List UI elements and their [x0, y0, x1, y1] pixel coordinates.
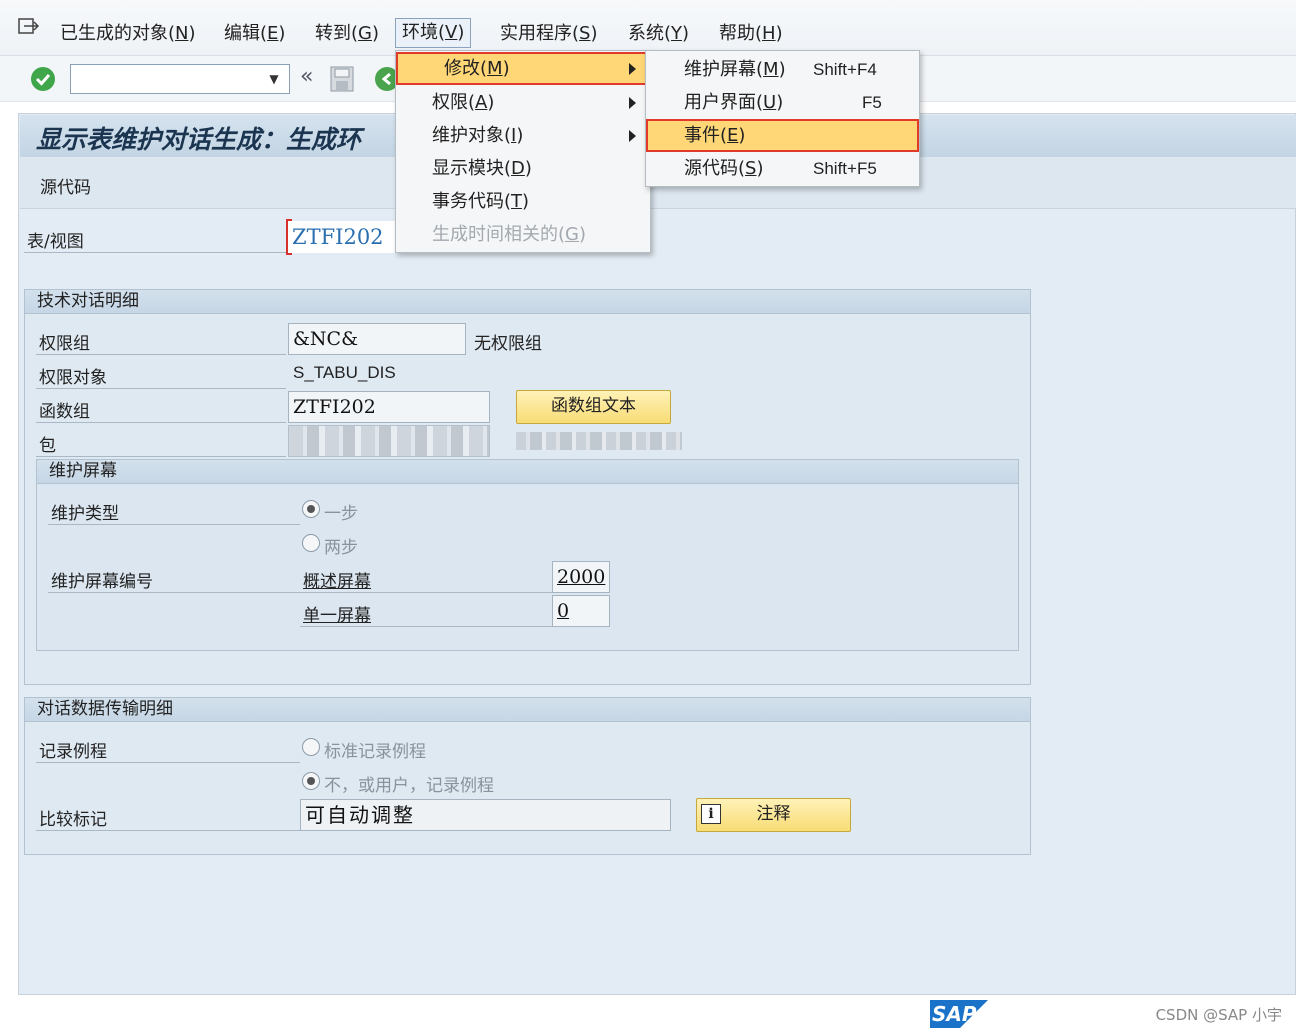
environment-dropdown: 修改(M) 权限(A) 维护对象(I) 显示模块(D) 事务代码(T) 生成时间… [395, 50, 651, 253]
modify-item-source-code[interactable]: 源代码(S) Shift+F5 [646, 152, 919, 185]
green-back-icon[interactable] [374, 66, 396, 92]
modify-item-events[interactable]: 事件(E) [646, 119, 919, 152]
sap-logo-text: SAP [932, 1002, 977, 1026]
modify-item-user-interface[interactable]: 用户界面(U) F5 [646, 86, 919, 119]
maint-screen-group: 维护屏幕 [36, 459, 1019, 651]
save-icon[interactable] [330, 66, 354, 92]
chevron-down-icon[interactable]: ▼ [266, 72, 282, 86]
compare-flag-input[interactable]: 可自动调整 [300, 799, 671, 831]
sap-logo: SAP [930, 1000, 988, 1028]
one-step-radio[interactable] [302, 500, 320, 518]
function-group-input[interactable]: ZTFI202 [288, 391, 490, 423]
package-description-blurred [516, 432, 682, 450]
env-item-modify[interactable]: 修改(M) [396, 52, 650, 85]
table-view-label: 表/视图 [27, 232, 84, 252]
data-transport-title: 对话数据传输明细 [25, 698, 1030, 722]
env-item-transaction-code[interactable]: 事务代码(T) [396, 185, 650, 218]
submenu-arrow-icon [629, 130, 636, 142]
note-button-label: 注释 [756, 804, 791, 824]
modify-submenu: 维护屏幕(M) Shift+F4 用户界面(U) F5 事件(E) 源代码(S) Sh… [645, 50, 920, 187]
standard-routine-radio[interactable] [302, 738, 320, 756]
required-marker [286, 219, 292, 255]
standard-routine-label: 标准记录例程 [324, 742, 426, 762]
env-item-display-modules[interactable]: 显示模块(D) [396, 152, 650, 185]
function-group-label: 函数组 [39, 402, 90, 422]
one-step-label: 一步 [324, 504, 358, 524]
menu-system[interactable]: 系统(Y) [622, 20, 695, 48]
label-underline [36, 422, 286, 423]
info-icon: i [701, 804, 721, 824]
two-step-label: 两步 [324, 538, 358, 558]
auth-group-input[interactable]: &NC& [288, 323, 466, 355]
label-underline [300, 626, 552, 627]
data-transport-group: 对话数据传输明细 [24, 697, 1031, 855]
enter-check-icon[interactable] [30, 66, 56, 92]
auth-object-value: S_TABU_DIS [293, 363, 396, 382]
system-menu-icon[interactable] [18, 18, 40, 38]
label-underline [48, 592, 552, 593]
auth-group-text: 无权限组 [474, 334, 542, 354]
submenu-arrow-icon [629, 63, 636, 75]
shortcut-label: F5 [862, 93, 882, 112]
menu-help[interactable]: 帮助(H) [713, 20, 789, 48]
label-underline [36, 388, 286, 389]
auth-object-label: 权限对象 [39, 368, 107, 388]
watermark-text: CSDN @SAP 小宇 [1155, 1006, 1282, 1024]
menu-environment[interactable]: 环境(V) [395, 18, 472, 48]
maint-type-label: 维护类型 [51, 504, 119, 524]
note-button[interactable]: i 注释 [696, 798, 851, 832]
menu-utilities[interactable]: 实用程序(S) [494, 20, 604, 48]
single-screen-input[interactable]: 0 [552, 595, 610, 627]
package-input-blurred[interactable] [288, 425, 490, 457]
env-item-time-dependent: 生成时间相关的(G) [432, 224, 587, 245]
menu-goto[interactable]: 转到(G) [309, 20, 385, 48]
label-underline [36, 762, 300, 763]
menu-generated-objects[interactable]: 已生成的对象(N) [54, 20, 202, 48]
no-routine-radio[interactable] [302, 772, 320, 790]
shortcut-label: Shift+F4 [813, 60, 877, 79]
env-item-authorization[interactable]: 权限(A) [396, 86, 650, 119]
overview-screen-input[interactable]: 2000 [552, 561, 610, 593]
package-label: 包 [39, 436, 56, 456]
label-underline [24, 252, 286, 253]
back-double-arrow-icon[interactable]: « [300, 64, 313, 89]
label-underline [48, 524, 300, 525]
menu-edit[interactable]: 编辑(E) [218, 20, 291, 48]
command-field[interactable] [70, 64, 290, 94]
modify-item-maint-screen[interactable]: 维护屏幕(M) Shift+F4 [646, 53, 919, 86]
maint-screen-no-label: 维护屏幕编号 [51, 572, 153, 592]
no-routine-label: 不，或用户，记录例程 [324, 776, 494, 796]
compare-flag-label: 比较标记 [39, 810, 107, 830]
env-item-maint-objects[interactable]: 维护对象(I) [396, 119, 650, 152]
label-underline [36, 830, 300, 831]
label-underline [36, 354, 286, 355]
function-group-text-button[interactable]: 函数组文本 [516, 390, 671, 424]
overview-screen-link[interactable]: 概述屏幕 [303, 567, 371, 592]
label-underline [36, 456, 286, 457]
two-step-radio[interactable] [302, 534, 320, 552]
page-title: 显示表维护对话生成：生成环 [36, 125, 362, 154]
record-routine-label: 记录例程 [39, 742, 107, 762]
submenu-arrow-icon [629, 97, 636, 109]
maint-screen-title: 维护屏幕 [37, 460, 1018, 484]
tech-details-title: 技术对话明细 [25, 290, 1030, 314]
single-screen-link[interactable]: 单一屏幕 [303, 601, 371, 626]
shortcut-label: Shift+F5 [813, 159, 877, 178]
auth-group-label: 权限组 [39, 334, 90, 354]
source-code-button[interactable]: 源代码 [40, 173, 91, 198]
